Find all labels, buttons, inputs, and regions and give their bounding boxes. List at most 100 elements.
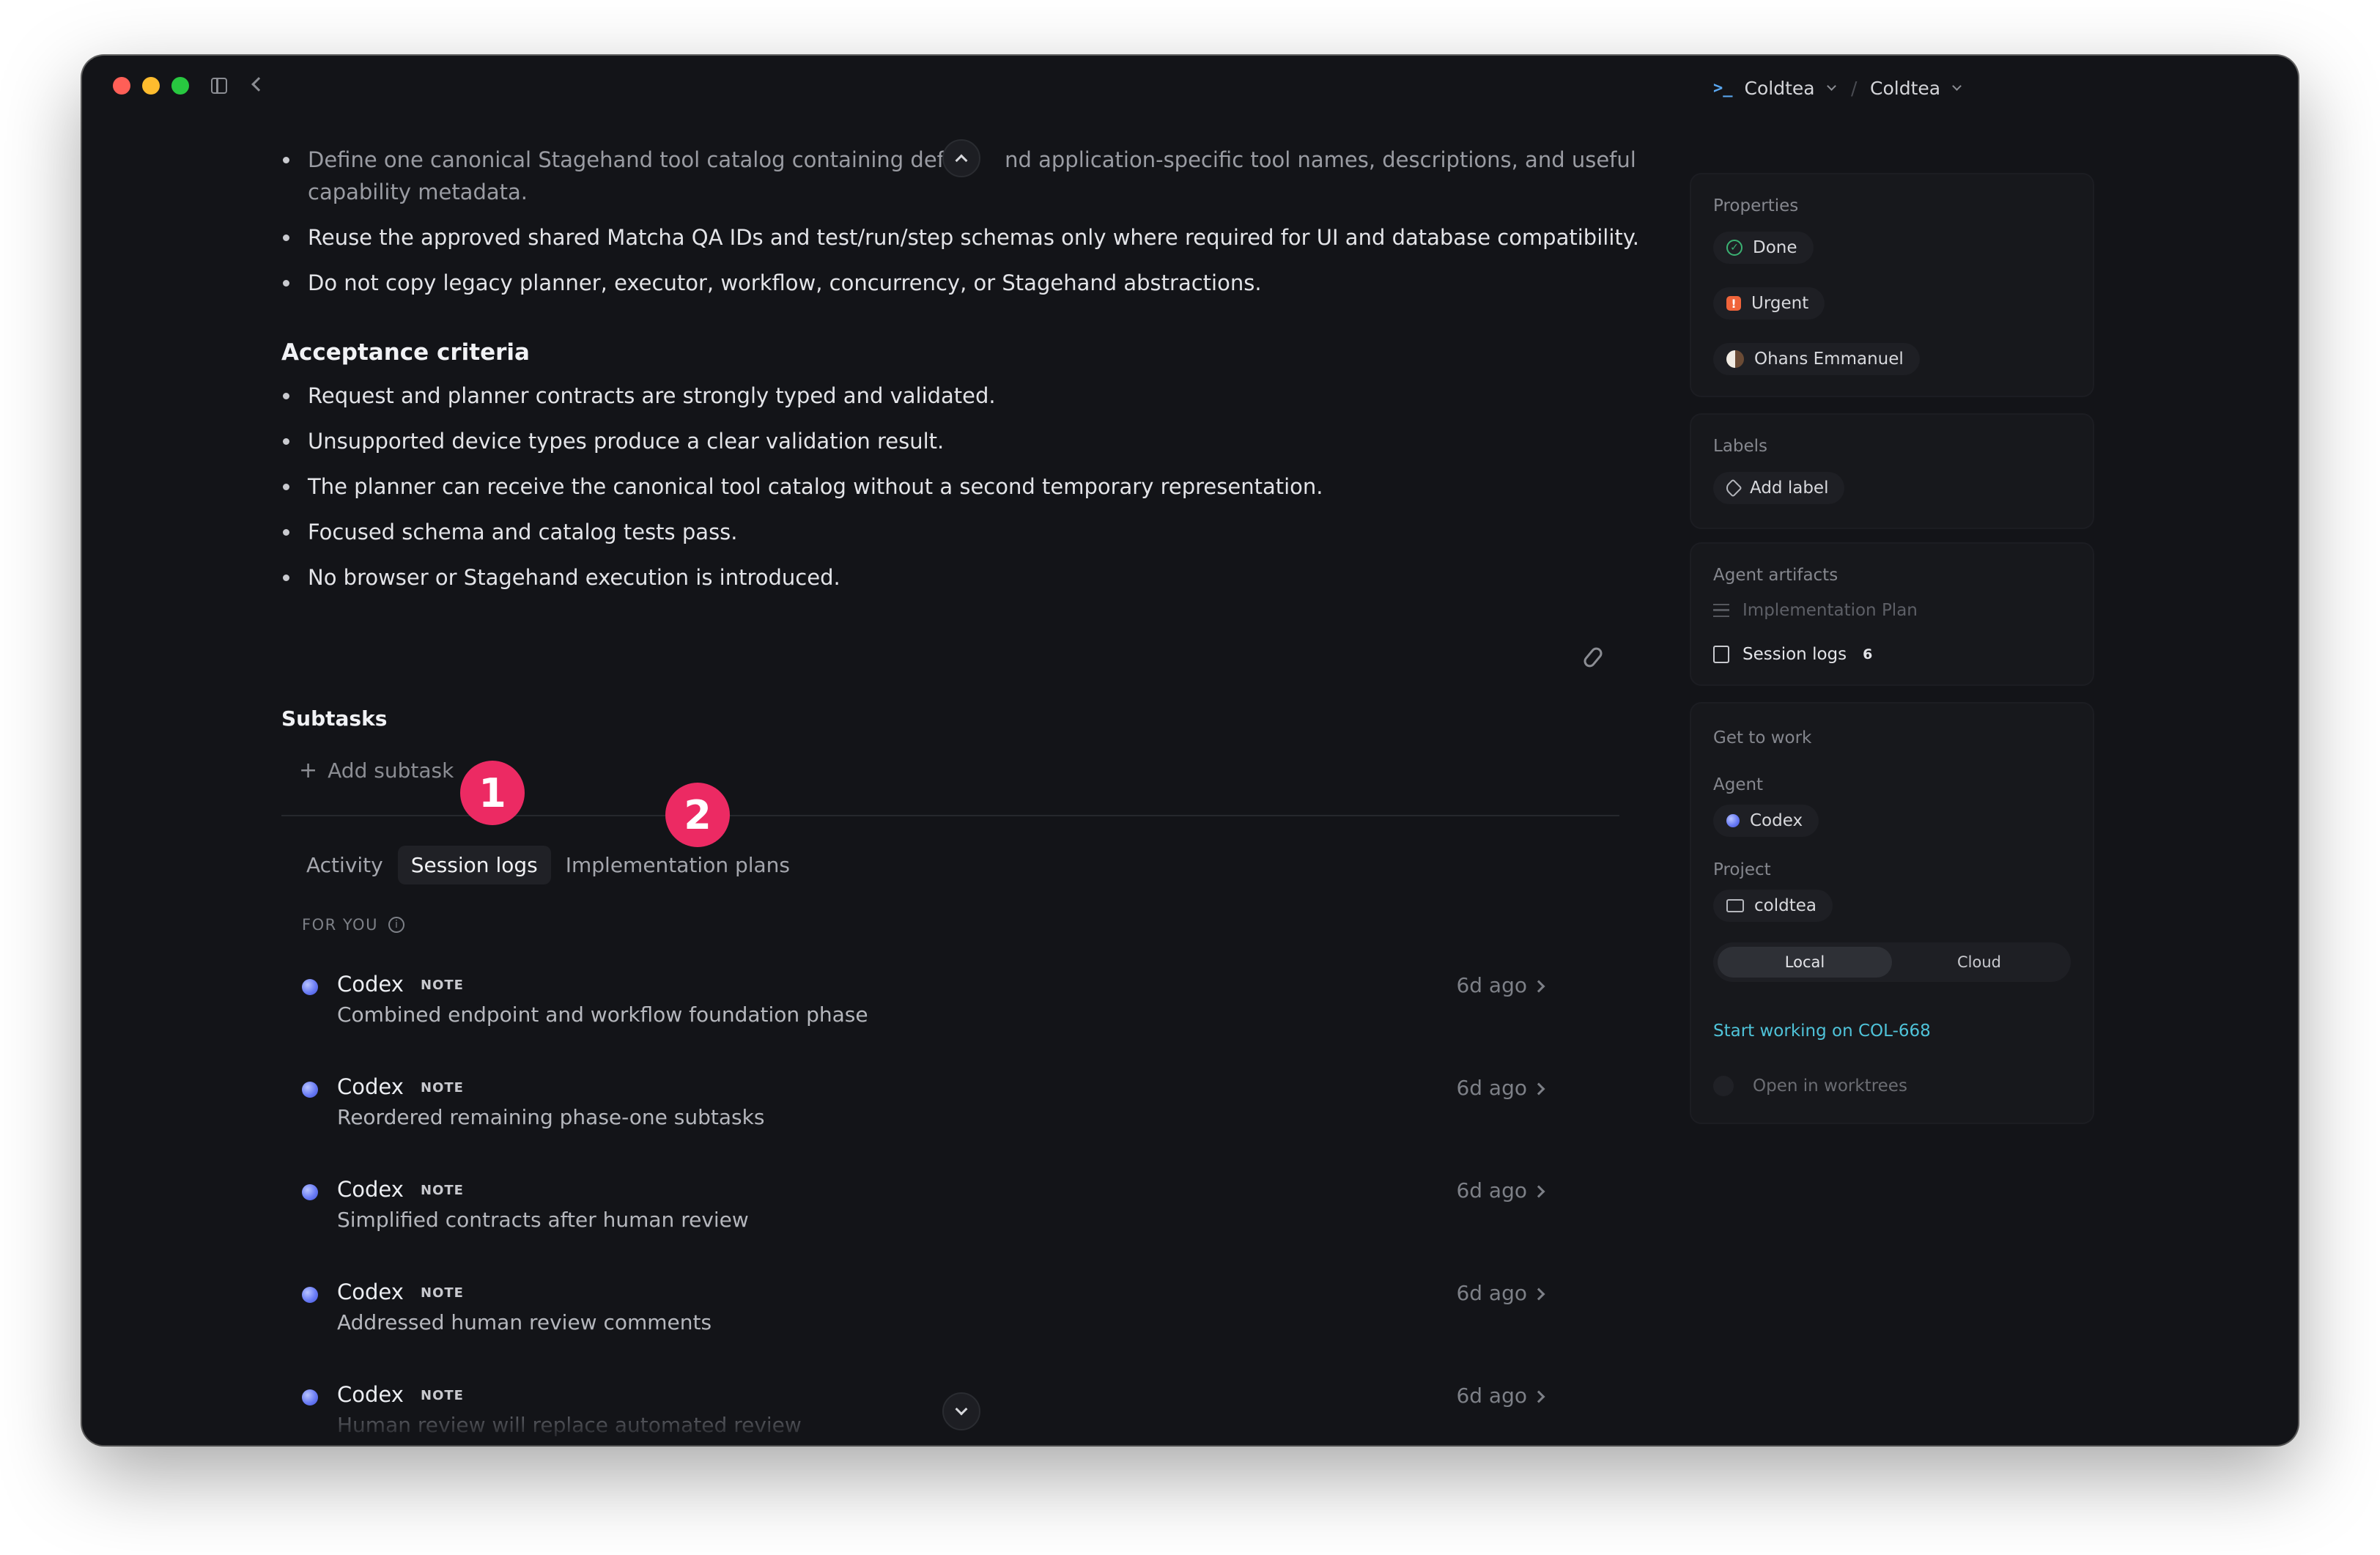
annotation-badge-2: 2 [665,783,730,847]
codex-icon [302,979,318,995]
session-log-list: Codex NOTE Combined endpoint and workflo… [302,964,1614,1445]
list-item: Define one canonical Stagehand tool cata… [278,144,1685,208]
labels-panel: Labels Add label [1690,413,2094,529]
artifacts-panel: Agent artifacts Implementation Plan Sess… [1690,542,2094,686]
log-text: Combined endpoint and workflow foundatio… [337,1002,868,1027]
log-agent: Codex [337,1382,404,1407]
scroll-down-button[interactable] [942,1392,980,1430]
get-to-work-title: Get to work [1713,728,1812,747]
chevron-down-icon [955,1403,968,1416]
codex-icon [302,1389,318,1406]
project-value: coldtea [1754,896,1817,915]
agent-select[interactable]: Codex [1713,805,1819,837]
list-item[interactable]: Codex NOTE Reordered remaining phase-one… [302,1067,1614,1170]
project-select[interactable]: coldtea [1713,890,1833,922]
add-subtask-label: Add subtask [328,758,454,783]
description-bullets: Define one canonical Stagehand tool cata… [278,144,1685,312]
tab-session-logs[interactable]: Session logs [397,846,551,884]
project-switcher[interactable]: Coldtea [1870,78,1962,99]
radio-button[interactable] [1713,1076,1734,1096]
scroll-icon [1713,646,1729,663]
labels-title: Labels [1713,437,1768,456]
status-chip[interactable]: ✓ Done [1713,232,1814,264]
add-subtask-button[interactable]: + Add subtask [299,758,454,783]
priority-label: Urgent [1751,294,1809,313]
properties-title: Properties [1713,196,1799,215]
priority-chip[interactable]: ! Urgent [1713,287,1825,320]
scroll-up-button[interactable] [942,139,980,177]
start-working-link[interactable]: Start working on COL-668 [1713,1022,1931,1041]
chevron-down-icon [1952,81,1962,91]
artifacts-title: Agent artifacts [1713,566,1838,585]
log-tag: NOTE [421,978,464,993]
chevron-right-icon [1532,1082,1545,1096]
paperclip-icon[interactable] [1581,645,1605,670]
urgent-icon: ! [1726,296,1741,311]
project-label: Project [1713,860,1771,879]
list-item: Reuse the approved shared Matcha QA IDs … [278,221,1685,254]
run-location-toggle: Local Cloud [1713,942,2071,982]
open-in-worktrees-toggle[interactable]: Open in worktrees [1713,1076,1907,1096]
list-item: Request and planner contracts are strong… [278,380,1685,412]
tab-implementation-plans[interactable]: Implementation plans [552,846,803,884]
avatar [1726,350,1744,368]
for-you-label: FOR YOU i [302,916,404,934]
list-item: Do not copy legacy planner, executor, wo… [278,267,1685,299]
issue-main: Define one canonical Stagehand tool cata… [82,56,1716,1445]
log-text: Reordered remaining phase-one subtasks [337,1105,765,1129]
log-time: 6d ago [1456,1178,1527,1203]
implementation-plan-link[interactable]: Implementation Plan [1713,601,1918,620]
project-name: Coldtea [1870,78,1941,99]
chevron-right-icon [1532,980,1545,993]
log-agent: Codex [337,1074,404,1099]
list-item[interactable]: Codex NOTE Addressed human review commen… [302,1272,1614,1375]
info-icon[interactable]: i [388,917,404,933]
log-tag: NOTE [421,1388,464,1403]
get-to-work-panel: Get to work Agent Codex Project coldtea … [1690,702,2094,1124]
list-icon [1713,604,1729,617]
log-tag: NOTE [421,1080,464,1096]
assignee-chip[interactable]: Ohans Emmanuel [1713,343,1920,375]
codex-icon [1726,814,1740,827]
add-label-button[interactable]: Add label [1713,472,1845,504]
folder-icon [1726,899,1744,912]
scroll-fade [82,1419,1716,1445]
list-item: The planner can receive the canonical to… [278,470,1685,503]
workspace-name: Coldtea [1744,78,1815,99]
plus-icon: + [299,758,318,783]
mode-cloud[interactable]: Cloud [1892,947,2066,978]
log-time: 6d ago [1456,973,1527,997]
list-item[interactable]: Codex NOTE Simplified contracts after hu… [302,1170,1614,1272]
breadcrumb-separator: / [1851,78,1858,99]
session-logs-link[interactable]: Session logs 6 [1713,645,1872,664]
chevron-right-icon [1532,1390,1545,1403]
log-text: Simplified contracts after human review [337,1208,749,1232]
acceptance-list: Request and planner contracts are strong… [278,380,1685,607]
codex-icon [302,1082,318,1098]
log-agent: Codex [337,972,404,997]
tab-activity[interactable]: Activity [293,846,396,884]
activity-tabs: Activity Session logs Implementation pla… [293,846,805,884]
log-tag: NOTE [421,1285,464,1301]
log-agent: Codex [337,1279,404,1304]
log-time: 6d ago [1456,1281,1527,1305]
session-logs-count: 6 [1863,646,1873,662]
mode-local[interactable]: Local [1718,947,1892,978]
log-text: Addressed human review comments [337,1310,712,1334]
list-item: Focused schema and catalog tests pass. [278,516,1685,548]
status-label: Done [1753,238,1797,257]
chevron-up-icon [955,154,968,167]
annotation-badge-1: 1 [460,761,525,825]
chevron-right-icon [1532,1185,1545,1198]
check-circle-icon: ✓ [1726,240,1742,256]
assignee-label: Ohans Emmanuel [1754,350,1904,369]
agent-value: Codex [1750,811,1803,830]
log-agent: Codex [337,1177,404,1202]
codex-icon [302,1287,318,1303]
acceptance-heading: Acceptance criteria [281,339,530,366]
list-item[interactable]: Codex NOTE Combined endpoint and workflo… [302,964,1614,1067]
workspace-switcher[interactable]: >_ Coldtea [1713,78,1836,99]
list-item: Unsupported device types produce a clear… [278,425,1685,457]
agent-label: Agent [1713,775,1764,794]
log-time: 6d ago [1456,1384,1527,1408]
